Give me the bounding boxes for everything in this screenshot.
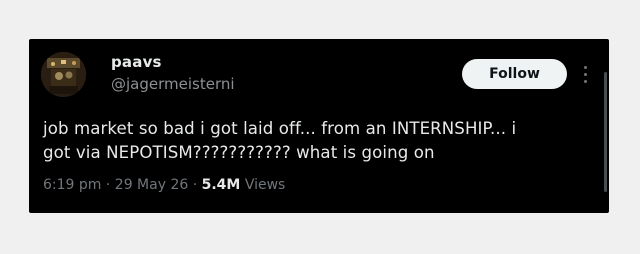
tweet-text-line-2: got via NEPOTISM??????????? what is goin… [43, 143, 435, 162]
tweet-text: job market so bad i got laid off... from… [43, 117, 588, 165]
avatar-image [41, 52, 86, 97]
meta-separator: · [105, 177, 111, 193]
tweet-date[interactable]: 29 May 26 [115, 177, 188, 193]
tweet-time[interactable]: 6:19 pm [43, 177, 101, 193]
tweet-card: paavs @jagermeisterni Follow job market … [29, 39, 609, 213]
views-label: Views [244, 177, 286, 193]
more-vertical-icon[interactable] [584, 66, 588, 86]
follow-button[interactable]: Follow [462, 59, 567, 89]
tweet-text-line-1: job market so bad i got laid off... from… [43, 119, 517, 138]
user-handle[interactable]: @jagermeisterni [111, 75, 235, 93]
views-count: 5.4M [201, 177, 241, 193]
scrollbar[interactable] [604, 72, 607, 192]
tweet-meta: 6:19 pm · 29 May 26 · 5.4M Views [43, 177, 285, 193]
avatar[interactable] [41, 52, 86, 97]
meta-separator: · [192, 177, 198, 193]
display-name[interactable]: paavs [111, 53, 162, 71]
